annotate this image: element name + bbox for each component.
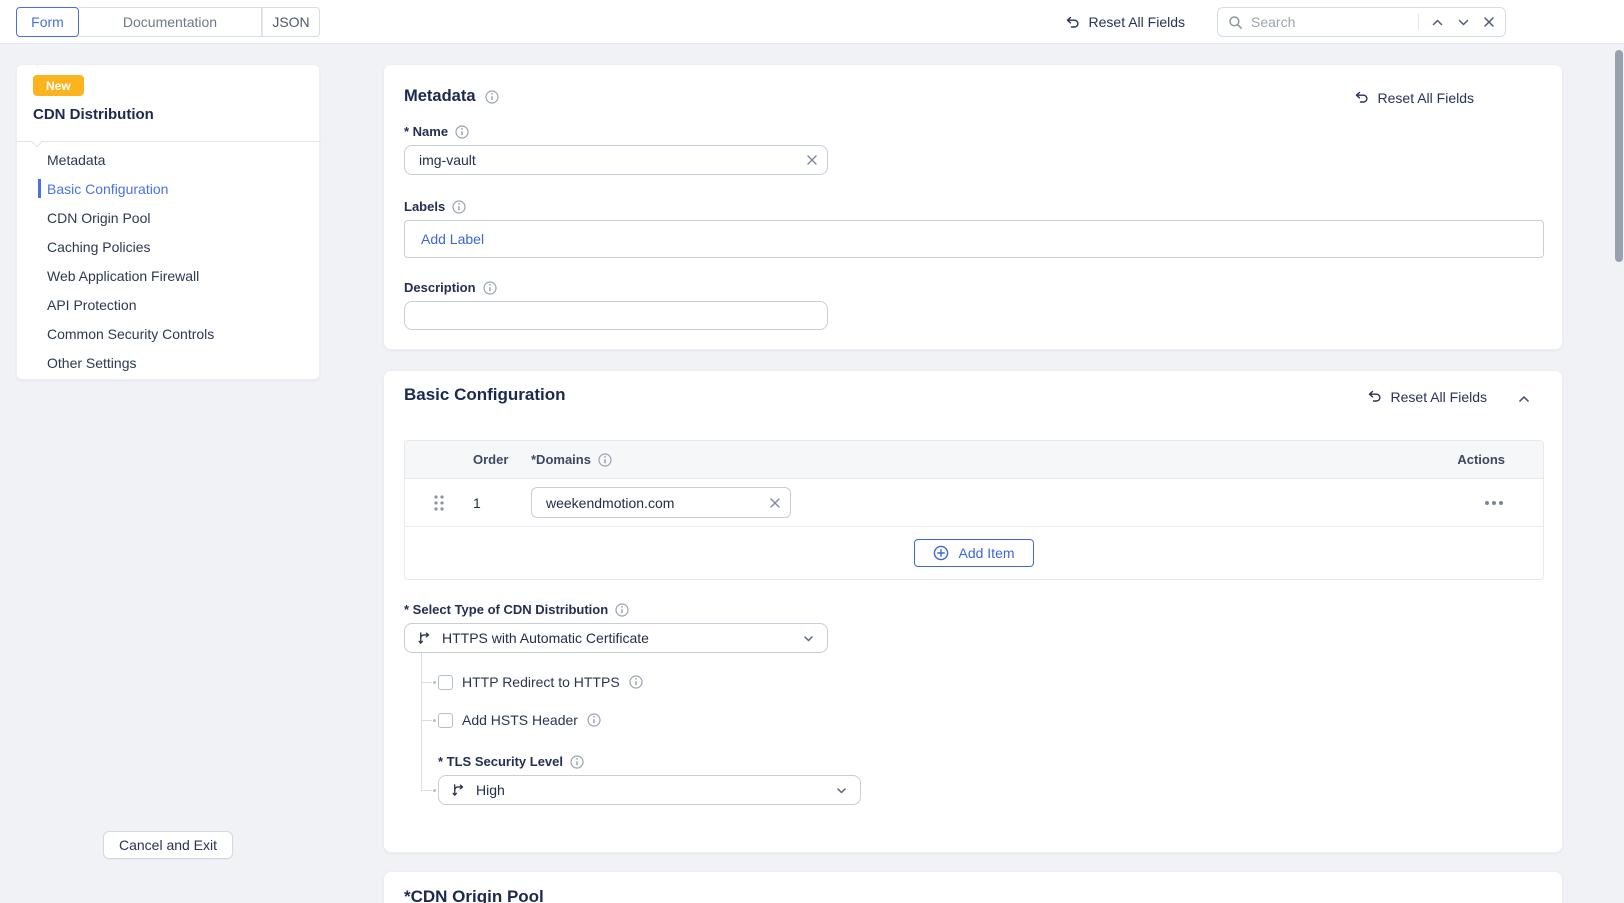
object-title: CDN Distribution [33,106,154,123]
sidebar-item-common-security-controls[interactable]: Common Security Controls [17,319,321,348]
sidebar-item-caching-policies[interactable]: Caching Policies [17,232,321,261]
tree-connector-elbow [421,720,432,721]
sidebar-item-other-settings[interactable]: Other Settings [17,348,321,377]
domain-row-order: 1 [473,495,531,511]
search-divider [1418,14,1419,30]
search-prev-chevron-up-icon[interactable] [1431,16,1444,29]
domain-row: 1 [405,479,1543,527]
info-icon[interactable] [570,755,584,769]
search-next-chevron-down-icon[interactable] [1457,16,1470,29]
cdn-type-label: * Select Type of CDN Distribution [404,602,608,617]
basic-configuration-section: Basic Configuration Reset All Fields Ord… [383,370,1563,853]
sidebar-item-api-protection[interactable]: API Protection [17,290,321,319]
chevron-down-icon [802,632,815,645]
metadata-reset-all-fields-button[interactable]: Reset All Fields [1353,89,1474,106]
tab-json[interactable]: JSON [262,7,320,37]
column-header-order: Order [473,452,531,467]
add-label-link[interactable]: Add Label [421,231,484,247]
basic-config-reset-all-fields-button[interactable]: Reset All Fields [1366,388,1487,405]
clear-domain-icon[interactable] [769,497,781,509]
cdn-type-value: HTTPS with Automatic Certificate [442,630,792,646]
http-redirect-checkbox[interactable] [438,675,453,690]
section-nav: Metadata Basic Configuration CDN Origin … [17,145,321,377]
search-icon [1228,15,1243,30]
cdn-origin-pool-section-title: *CDN Origin Pool [404,887,544,903]
view-tab-group: Form Documentation JSON [16,7,320,37]
status-badge-new: New [33,75,84,96]
sidebar-divider [17,141,321,142]
tree-connector-elbow [421,790,432,791]
tls-level-label: * TLS Security Level [438,754,563,769]
reset-all-fields-top-button[interactable]: Reset All Fields [1064,14,1185,31]
info-icon[interactable] [483,281,497,295]
one-of-branch-icon [451,783,466,798]
tab-documentation[interactable]: Documentation [79,7,262,37]
domain-input[interactable] [531,487,791,518]
tree-connector-dot [433,681,436,684]
cdn-type-select[interactable]: HTTPS with Automatic Certificate [404,623,828,653]
http-redirect-label: HTTP Redirect to HTTPS [462,674,620,690]
info-icon[interactable] [598,453,612,467]
name-field[interactable] [404,145,828,175]
collapse-section-chevron-up-icon[interactable] [1517,392,1531,406]
domains-table: Order *Domains Actions 1 [404,440,1544,580]
column-header-domains: *Domains [531,452,591,467]
sidebar-item-basic-configuration[interactable]: Basic Configuration [17,174,321,203]
metadata-section: Metadata Reset All Fields * Name Labels … [383,64,1563,350]
metadata-section-title: Metadata [404,87,476,106]
one-of-branch-icon [417,631,432,646]
tab-form[interactable]: Form [16,7,79,37]
tree-connector-line [421,653,422,790]
top-bar: Form Documentation JSON Reset All Fields [0,0,1624,44]
clear-name-icon[interactable] [806,154,818,166]
cancel-and-exit-button[interactable]: Cancel and Exit [103,831,233,859]
domains-table-header: Order *Domains Actions [405,441,1543,479]
labels-field-label: Labels [404,199,445,214]
undo-icon [1353,89,1370,106]
drag-handle-icon[interactable] [432,494,446,512]
name-field-label: * Name [404,124,448,139]
tls-level-value: High [476,782,825,798]
search-box [1217,7,1506,37]
labels-field[interactable]: Add Label [404,220,1544,258]
description-field-label: Description [404,280,476,295]
cdn-origin-pool-section: *CDN Origin Pool [383,871,1563,903]
sidebar-item-metadata[interactable]: Metadata [17,145,321,174]
search-close-icon[interactable] [1483,16,1495,28]
basic-configuration-section-title: Basic Configuration [404,385,566,405]
undo-icon [1366,388,1383,405]
tree-connector-dot [433,789,436,792]
tree-connector-dot [433,719,436,722]
tree-connector-elbow [421,682,432,683]
column-header-actions: Actions [1457,452,1543,467]
info-icon[interactable] [629,675,643,689]
sidebar-item-web-application-firewall[interactable]: Web Application Firewall [17,261,321,290]
hsts-label: Add HSTS Header [462,712,578,728]
info-icon[interactable] [485,90,499,104]
info-icon[interactable] [452,200,466,214]
add-item-button[interactable]: Add Item [914,539,1033,567]
domains-table-footer: Add Item [405,527,1543,579]
undo-icon [1064,14,1081,31]
info-icon[interactable] [455,125,469,139]
tls-level-select[interactable]: High [438,775,861,805]
sidebar-panel: New CDN Distribution Metadata Basic Conf… [16,64,320,380]
chevron-down-icon [835,784,848,797]
plus-circle-icon [933,545,949,561]
row-actions-menu-icon[interactable] [1485,501,1543,505]
hsts-checkbox[interactable] [438,713,453,728]
info-icon[interactable] [615,603,629,617]
info-icon[interactable] [587,713,601,727]
search-input[interactable] [1251,14,1410,30]
scrollbar-thumb[interactable] [1615,50,1623,262]
description-field[interactable] [404,301,828,330]
sidebar-item-cdn-origin-pool[interactable]: CDN Origin Pool [17,203,321,232]
